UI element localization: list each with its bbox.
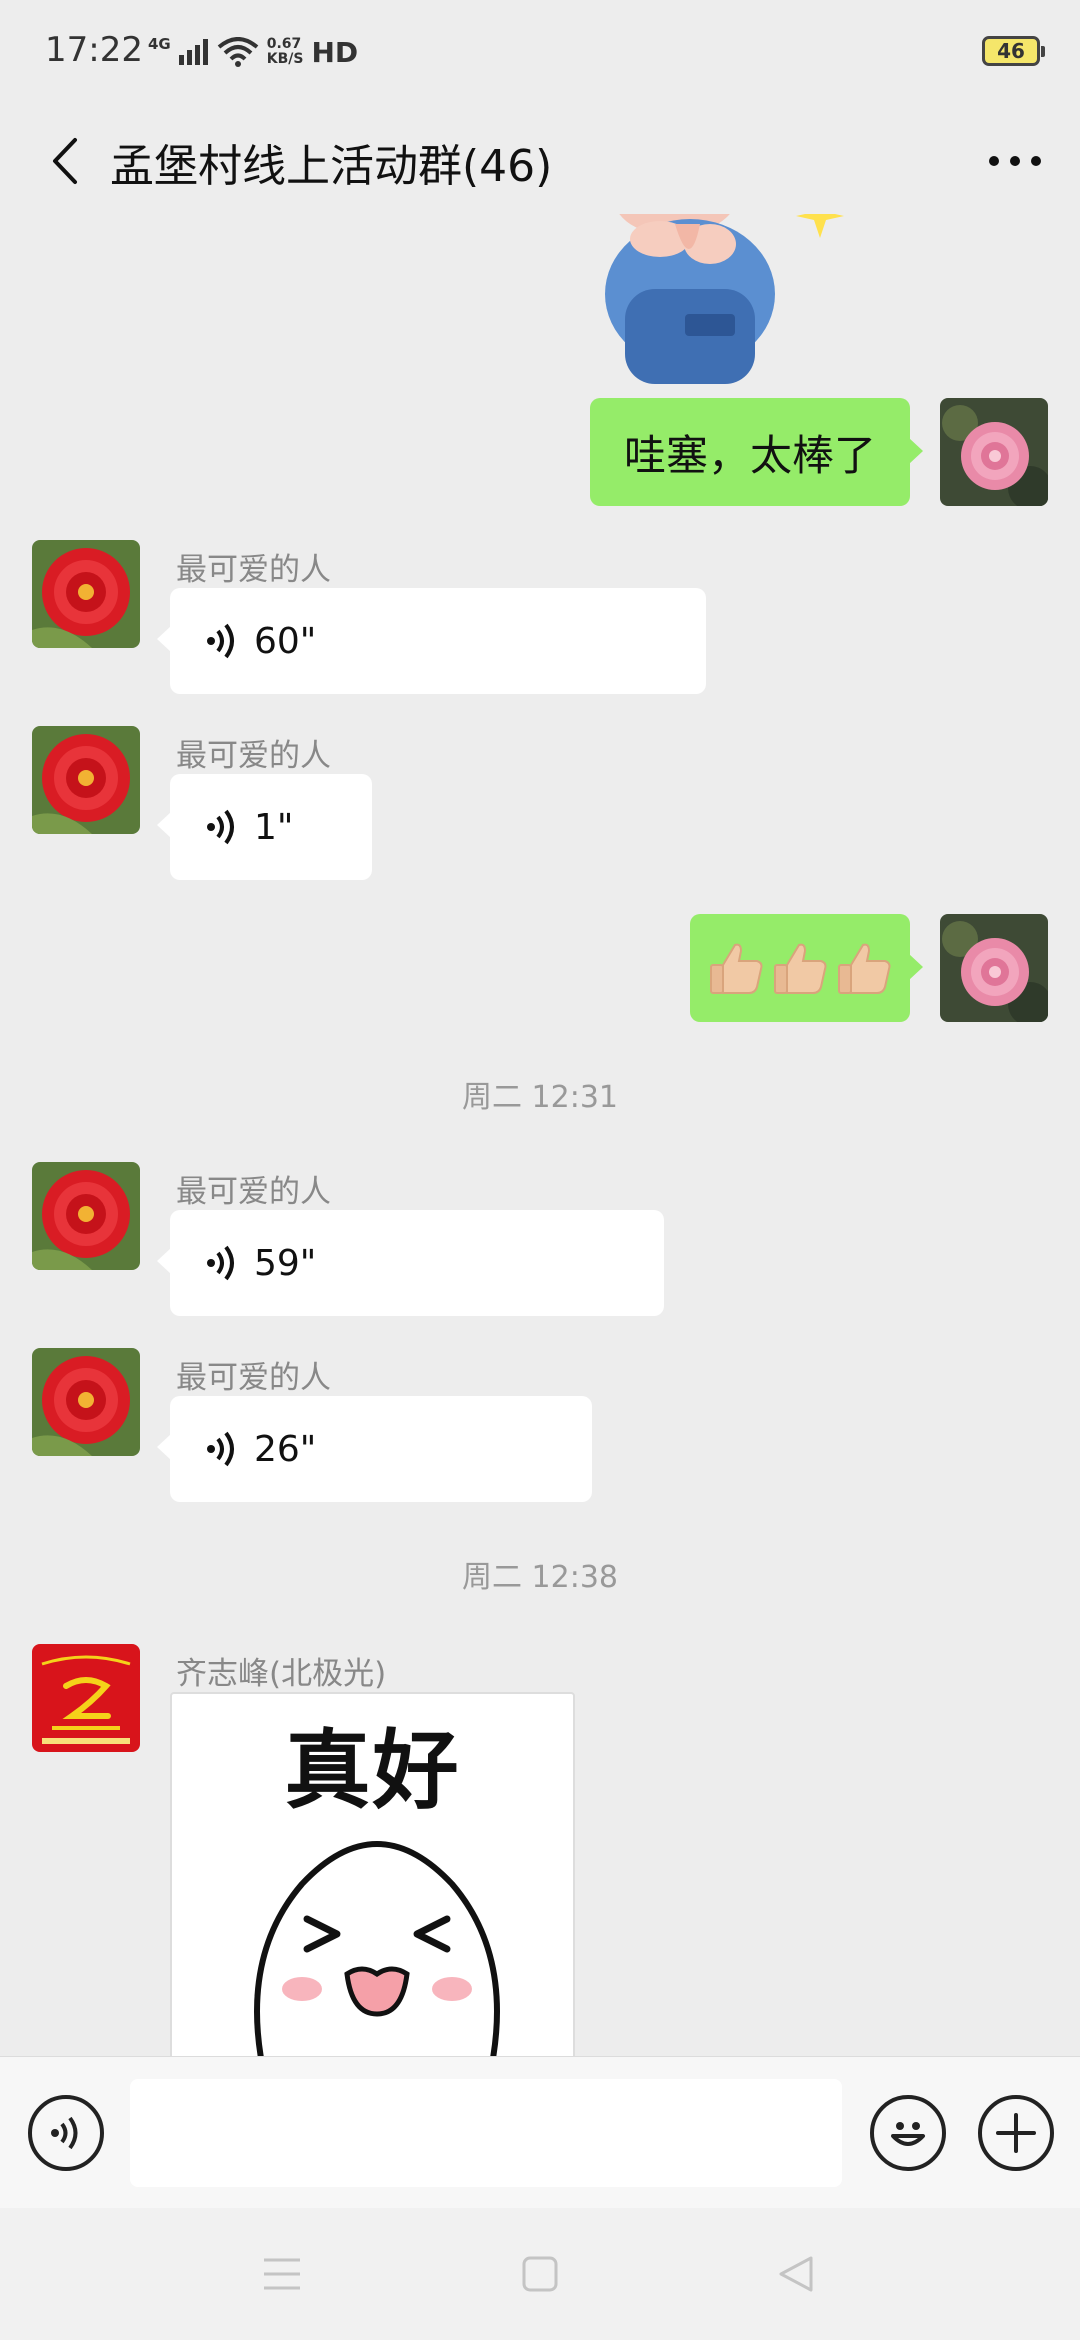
voice-message-icon [207, 809, 234, 845]
emoji-icon [891, 2122, 925, 2146]
avatar-sender[interactable] [32, 1162, 140, 1270]
voice-message-bubble[interactable]: 1" [157, 774, 372, 880]
hd-badge: HD [311, 35, 359, 69]
speed-unit: KB/S [266, 51, 304, 67]
thumbs-up-icon [838, 943, 891, 994]
emoji-button[interactable] [870, 2095, 946, 2171]
avatar-sender[interactable] [32, 726, 140, 834]
more-button[interactable] [970, 126, 1060, 196]
wifi-icon [217, 37, 259, 67]
avatar-me[interactable] [940, 914, 1048, 1022]
sender-name: 最可爱的人 [176, 552, 331, 588]
battery-icon: 46 [982, 36, 1045, 66]
nav-back-button[interactable] [766, 2244, 826, 2304]
speed-value: 0.67 [266, 36, 302, 52]
avatar-me[interactable] [940, 398, 1048, 506]
sticker-message[interactable]: 真好 [170, 1692, 575, 2056]
message-input[interactable] [130, 2079, 842, 2187]
network-speed: 0.67 KB/S [267, 37, 304, 67]
title-bar: 孟堡村线上活动群(46) [0, 108, 1080, 214]
happy-blob-sticker-icon [254, 1841, 500, 2056]
status-time: 17:22 [45, 30, 143, 70]
sender-name: 齐志峰(北极光) [176, 1656, 387, 1692]
plus-icon [996, 2113, 1036, 2153]
voice-message-bubble[interactable]: 60" [157, 588, 706, 694]
plus-button[interactable] [978, 2095, 1054, 2171]
cartoon-pig-sticker[interactable] [580, 214, 880, 384]
signal-icon [178, 39, 208, 65]
thumbs-up-icon [710, 943, 763, 994]
chat-title: 孟堡村线上活动群(46) [110, 141, 553, 192]
thumbs-up-group [705, 937, 895, 999]
chevron-left-icon [53, 138, 77, 184]
thumbs-up-icon [774, 943, 827, 994]
voice-input-button[interactable] [28, 2095, 104, 2171]
triangle-back-icon [779, 2256, 813, 2292]
voice-message-icon [207, 1245, 234, 1281]
network-type: 4G [148, 34, 171, 53]
battery-level: 46 [997, 39, 1025, 63]
voice-message-icon [207, 623, 234, 659]
sticker-caption: 真好 [284, 1721, 461, 1821]
chat-timestamp: 周二 12:38 [462, 1560, 618, 1595]
avatar-sender[interactable] [32, 1348, 140, 1456]
sender-name: 最可爱的人 [176, 1174, 331, 1210]
status-bar: 17:22 4G 0.67 KB/S HD 46 [0, 0, 1080, 108]
back-button[interactable] [30, 126, 100, 196]
chat-area[interactable]: 哇塞，太棒了 最可爱的人 60" 最可爱的人 1" 周二 12:31 最可爱的人… [0, 214, 1080, 2056]
voice-message-bubble[interactable]: 26" [157, 1396, 592, 1502]
message-text: 哇塞，太棒了 [623, 430, 876, 480]
input-bar [0, 2056, 1080, 2208]
nav-home-button[interactable] [510, 2244, 570, 2304]
message-bubble-out[interactable]: 哇塞，太棒了 [590, 398, 923, 506]
nav-menu-button[interactable] [252, 2244, 312, 2304]
chat-timestamp: 周二 12:31 [462, 1080, 618, 1115]
voice-input-icon [51, 2116, 78, 2150]
voice-message-icon [207, 1431, 234, 1467]
voice-duration: 60" [254, 620, 317, 662]
sender-name: 最可爱的人 [176, 1360, 331, 1396]
avatar-sender[interactable] [32, 540, 140, 648]
voice-message-bubble[interactable]: 59" [157, 1210, 664, 1316]
voice-duration: 1" [254, 806, 294, 848]
menu-icon [264, 2258, 300, 2290]
more-dots-icon [989, 156, 1041, 166]
voice-duration: 59" [254, 1242, 317, 1284]
square-home-icon [522, 2256, 558, 2292]
voice-duration: 26" [254, 1428, 317, 1470]
avatar-sender-logo[interactable] [32, 1644, 140, 1752]
emoji-message-bubble[interactable]: 👍🏼👍🏼👍🏼 [690, 914, 923, 1022]
sender-name: 最可爱的人 [176, 738, 331, 774]
system-nav-bar [0, 2208, 1080, 2340]
status-icons: 4G 0.67 KB/S HD [148, 30, 358, 74]
